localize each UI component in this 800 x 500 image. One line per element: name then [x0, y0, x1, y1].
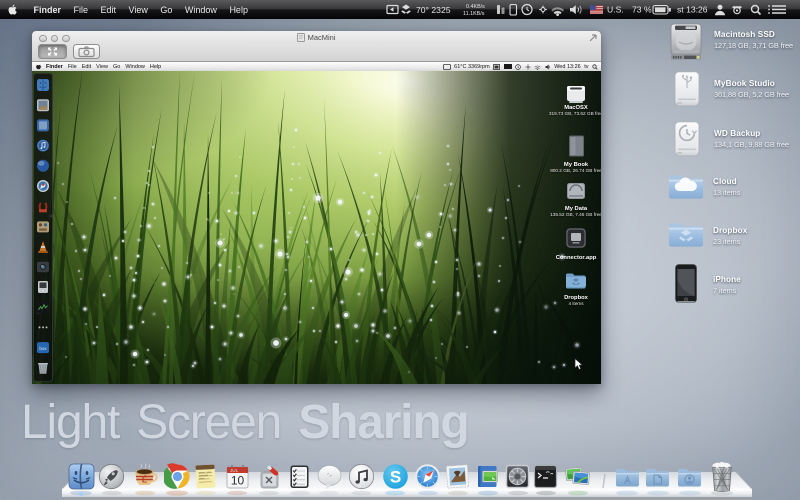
- svg-text:11.1KB/s: 11.1KB/s: [463, 11, 485, 17]
- svg-text:73 %: 73 %: [632, 5, 652, 15]
- svg-text:box: box: [39, 346, 47, 351]
- svg-text:st 13:26: st 13:26: [677, 5, 708, 15]
- svg-text:10: 10: [231, 474, 245, 488]
- svg-text:É: É: [142, 476, 148, 485]
- svg-text:70° 2325: 70° 2325: [416, 5, 451, 15]
- svg-text:U.S.: U.S.: [607, 5, 624, 15]
- svg-text:S: S: [390, 468, 401, 487]
- svg-text:JUL: JUL: [230, 468, 239, 473]
- svg-text:0.4KB/s: 0.4KB/s: [466, 4, 485, 10]
